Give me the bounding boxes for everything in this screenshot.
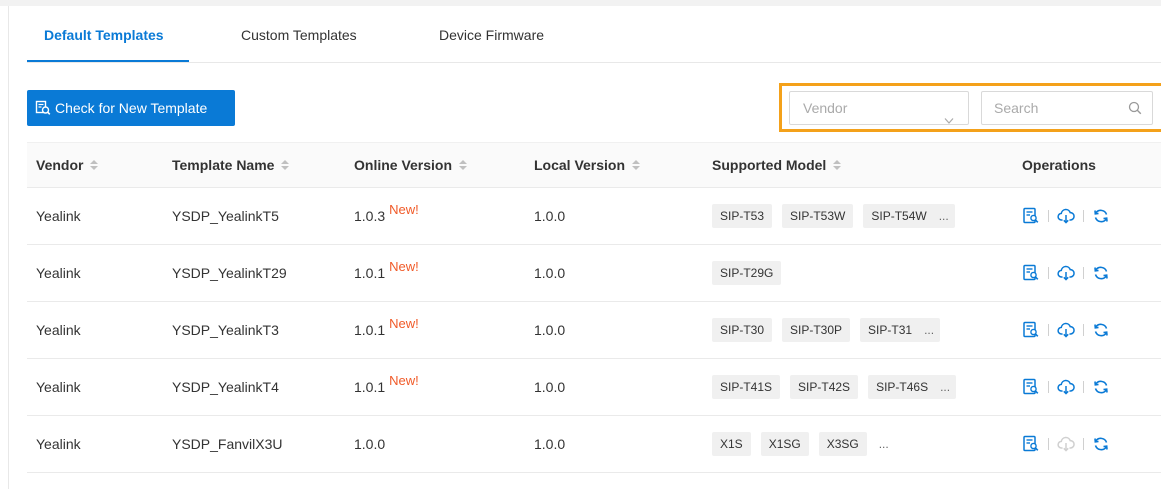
sort-icon[interactable] — [632, 160, 641, 170]
tab-bar: Default Templates Custom Templates Devic… — [27, 20, 544, 62]
local-version-cell: 1.0.0 — [534, 208, 566, 224]
refresh-icon[interactable] — [1092, 264, 1110, 282]
more-models[interactable]: ... — [939, 209, 949, 223]
vendor-select[interactable]: Vendor — [789, 91, 969, 125]
more-models[interactable]: ... — [924, 323, 934, 337]
operations-cell — [1022, 207, 1161, 225]
search-box — [981, 91, 1153, 125]
online-version-cell: 1.0.1 New! — [354, 258, 419, 282]
column-supported-model[interactable]: Supported Model — [712, 143, 1022, 187]
new-badge: New! — [389, 315, 419, 331]
model-tag: SIP-T54W... — [863, 204, 955, 228]
template-name-cell: YSDP_YealinkT3 — [172, 322, 279, 338]
template-name-cell: YSDP_YealinkT4 — [172, 379, 279, 395]
online-version-cell: 1.0.1 New! — [354, 372, 419, 396]
column-operations: Operations — [1022, 157, 1096, 173]
download-cloud-icon — [1057, 435, 1075, 453]
download-cloud-icon[interactable] — [1057, 264, 1075, 282]
local-version-cell: 1.0.0 — [534, 265, 566, 281]
new-badge: New! — [389, 201, 419, 217]
search-input[interactable] — [982, 92, 1122, 124]
model-tag: SIP-T31... — [860, 318, 941, 342]
refresh-icon[interactable] — [1092, 378, 1110, 396]
table-row: Yealink YSDP_YealinkT4 1.0.1 New! 1.0.0 SIP-T… — [27, 359, 1161, 416]
sort-icon[interactable] — [459, 160, 468, 170]
table-body: Yealink YSDP_YealinkT5 1.0.3 New! 1.0.0 SIP-T… — [27, 188, 1161, 473]
tab-device-firmware[interactable]: Device Firmware — [389, 20, 544, 62]
model-tag: X1SG — [760, 432, 809, 456]
table-header: Vendor Template Name Online Version Loca… — [27, 142, 1161, 188]
operations-cell — [1022, 435, 1161, 453]
model-tag: SIP-T53 — [712, 204, 773, 228]
operations-cell — [1022, 264, 1161, 282]
supported-model-cell: SIP-T41S SIP-T42S SIP-T46S... — [712, 375, 1022, 399]
download-cloud-icon[interactable] — [1057, 378, 1075, 396]
model-tag: SIP-T46S... — [868, 375, 957, 399]
refresh-icon[interactable] — [1092, 435, 1110, 453]
download-cloud-icon[interactable] — [1057, 207, 1075, 225]
model-tag: SIP-T30 — [712, 318, 773, 342]
new-badge: New! — [389, 258, 419, 274]
more-models[interactable]: ... — [879, 437, 889, 451]
sort-icon[interactable] — [833, 160, 842, 170]
template-check-icon — [35, 100, 51, 116]
template-name-cell: YSDP_YealinkT5 — [172, 208, 279, 224]
supported-model-cell: SIP-T53 SIP-T53W SIP-T54W... — [712, 204, 1022, 228]
table-row: Yealink YSDP_YealinkT3 1.0.1 New! 1.0.0 SIP-T… — [27, 302, 1161, 359]
model-tag: SIP-T30P — [782, 318, 851, 342]
column-template-name[interactable]: Template Name — [172, 143, 354, 187]
supported-model-cell: X1S X1SG X3SG... — [712, 432, 1022, 456]
vendor-select-placeholder: Vendor — [803, 100, 848, 116]
search-icon[interactable] — [1128, 101, 1142, 115]
tab-divider — [27, 62, 1161, 63]
model-tag: X3SG — [818, 432, 867, 456]
model-tag: SIP-T41S — [712, 375, 781, 399]
column-local-version[interactable]: Local Version — [534, 143, 712, 187]
templates-table: Vendor Template Name Online Version Loca… — [27, 142, 1161, 473]
template-name-cell: YSDP_YealinkT29 — [172, 265, 287, 281]
template-name-cell: YSDP_FanvilX3U — [172, 436, 283, 452]
vendor-cell: Yealink — [36, 208, 81, 224]
local-version-cell: 1.0.0 — [534, 436, 566, 452]
view-details-icon[interactable] — [1022, 264, 1040, 282]
model-tag: X1S — [712, 432, 751, 456]
operations-cell — [1022, 378, 1161, 396]
vendor-cell: Yealink — [36, 322, 81, 338]
supported-model-cell: SIP-T30 SIP-T30P SIP-T31... — [712, 318, 1022, 342]
chevron-down-icon — [944, 104, 954, 124]
local-version-cell: 1.0.0 — [534, 379, 566, 395]
table-row: Yealink YSDP_FanvilX3U 1.0.0 1.0.0 X1S X1SG X3… — [27, 416, 1161, 473]
view-details-icon[interactable] — [1022, 321, 1040, 339]
tab-custom-templates[interactable]: Custom Templates — [189, 20, 389, 62]
supported-model-cell: SIP-T29G — [712, 261, 1022, 285]
online-version-cell: 1.0.3 New! — [354, 201, 419, 225]
local-version-cell: 1.0.0 — [534, 322, 566, 338]
model-tag: SIP-T29G — [712, 261, 782, 285]
column-online-version[interactable]: Online Version — [354, 143, 534, 187]
new-badge: New! — [389, 372, 419, 388]
tab-default-templates[interactable]: Default Templates — [27, 20, 189, 62]
online-version-cell: 1.0.0 — [354, 436, 386, 452]
model-tag: SIP-T53W — [782, 204, 854, 228]
download-cloud-icon[interactable] — [1057, 321, 1075, 339]
check-button-label: Check for New Template — [55, 100, 208, 116]
refresh-icon[interactable] — [1092, 207, 1110, 225]
view-details-icon[interactable] — [1022, 435, 1040, 453]
more-models[interactable]: ... — [940, 380, 950, 394]
view-details-icon[interactable] — [1022, 378, 1040, 396]
column-vendor[interactable]: Vendor — [27, 143, 172, 187]
operations-cell — [1022, 321, 1161, 339]
table-row: Yealink YSDP_YealinkT5 1.0.3 New! 1.0.0 SIP-T… — [27, 188, 1161, 245]
vendor-cell: Yealink — [36, 379, 81, 395]
sort-icon[interactable] — [281, 160, 290, 170]
table-row: Yealink YSDP_YealinkT29 1.0.1 New! 1.0.0 SIP-… — [27, 245, 1161, 302]
vendor-cell: Yealink — [36, 265, 81, 281]
sort-icon[interactable] — [90, 160, 99, 170]
vendor-cell: Yealink — [36, 436, 81, 452]
view-details-icon[interactable] — [1022, 207, 1040, 225]
check-for-new-template-button[interactable]: Check for New Template — [27, 90, 235, 126]
online-version-cell: 1.0.1 New! — [354, 315, 419, 339]
model-tag: SIP-T42S — [790, 375, 859, 399]
refresh-icon[interactable] — [1092, 321, 1110, 339]
